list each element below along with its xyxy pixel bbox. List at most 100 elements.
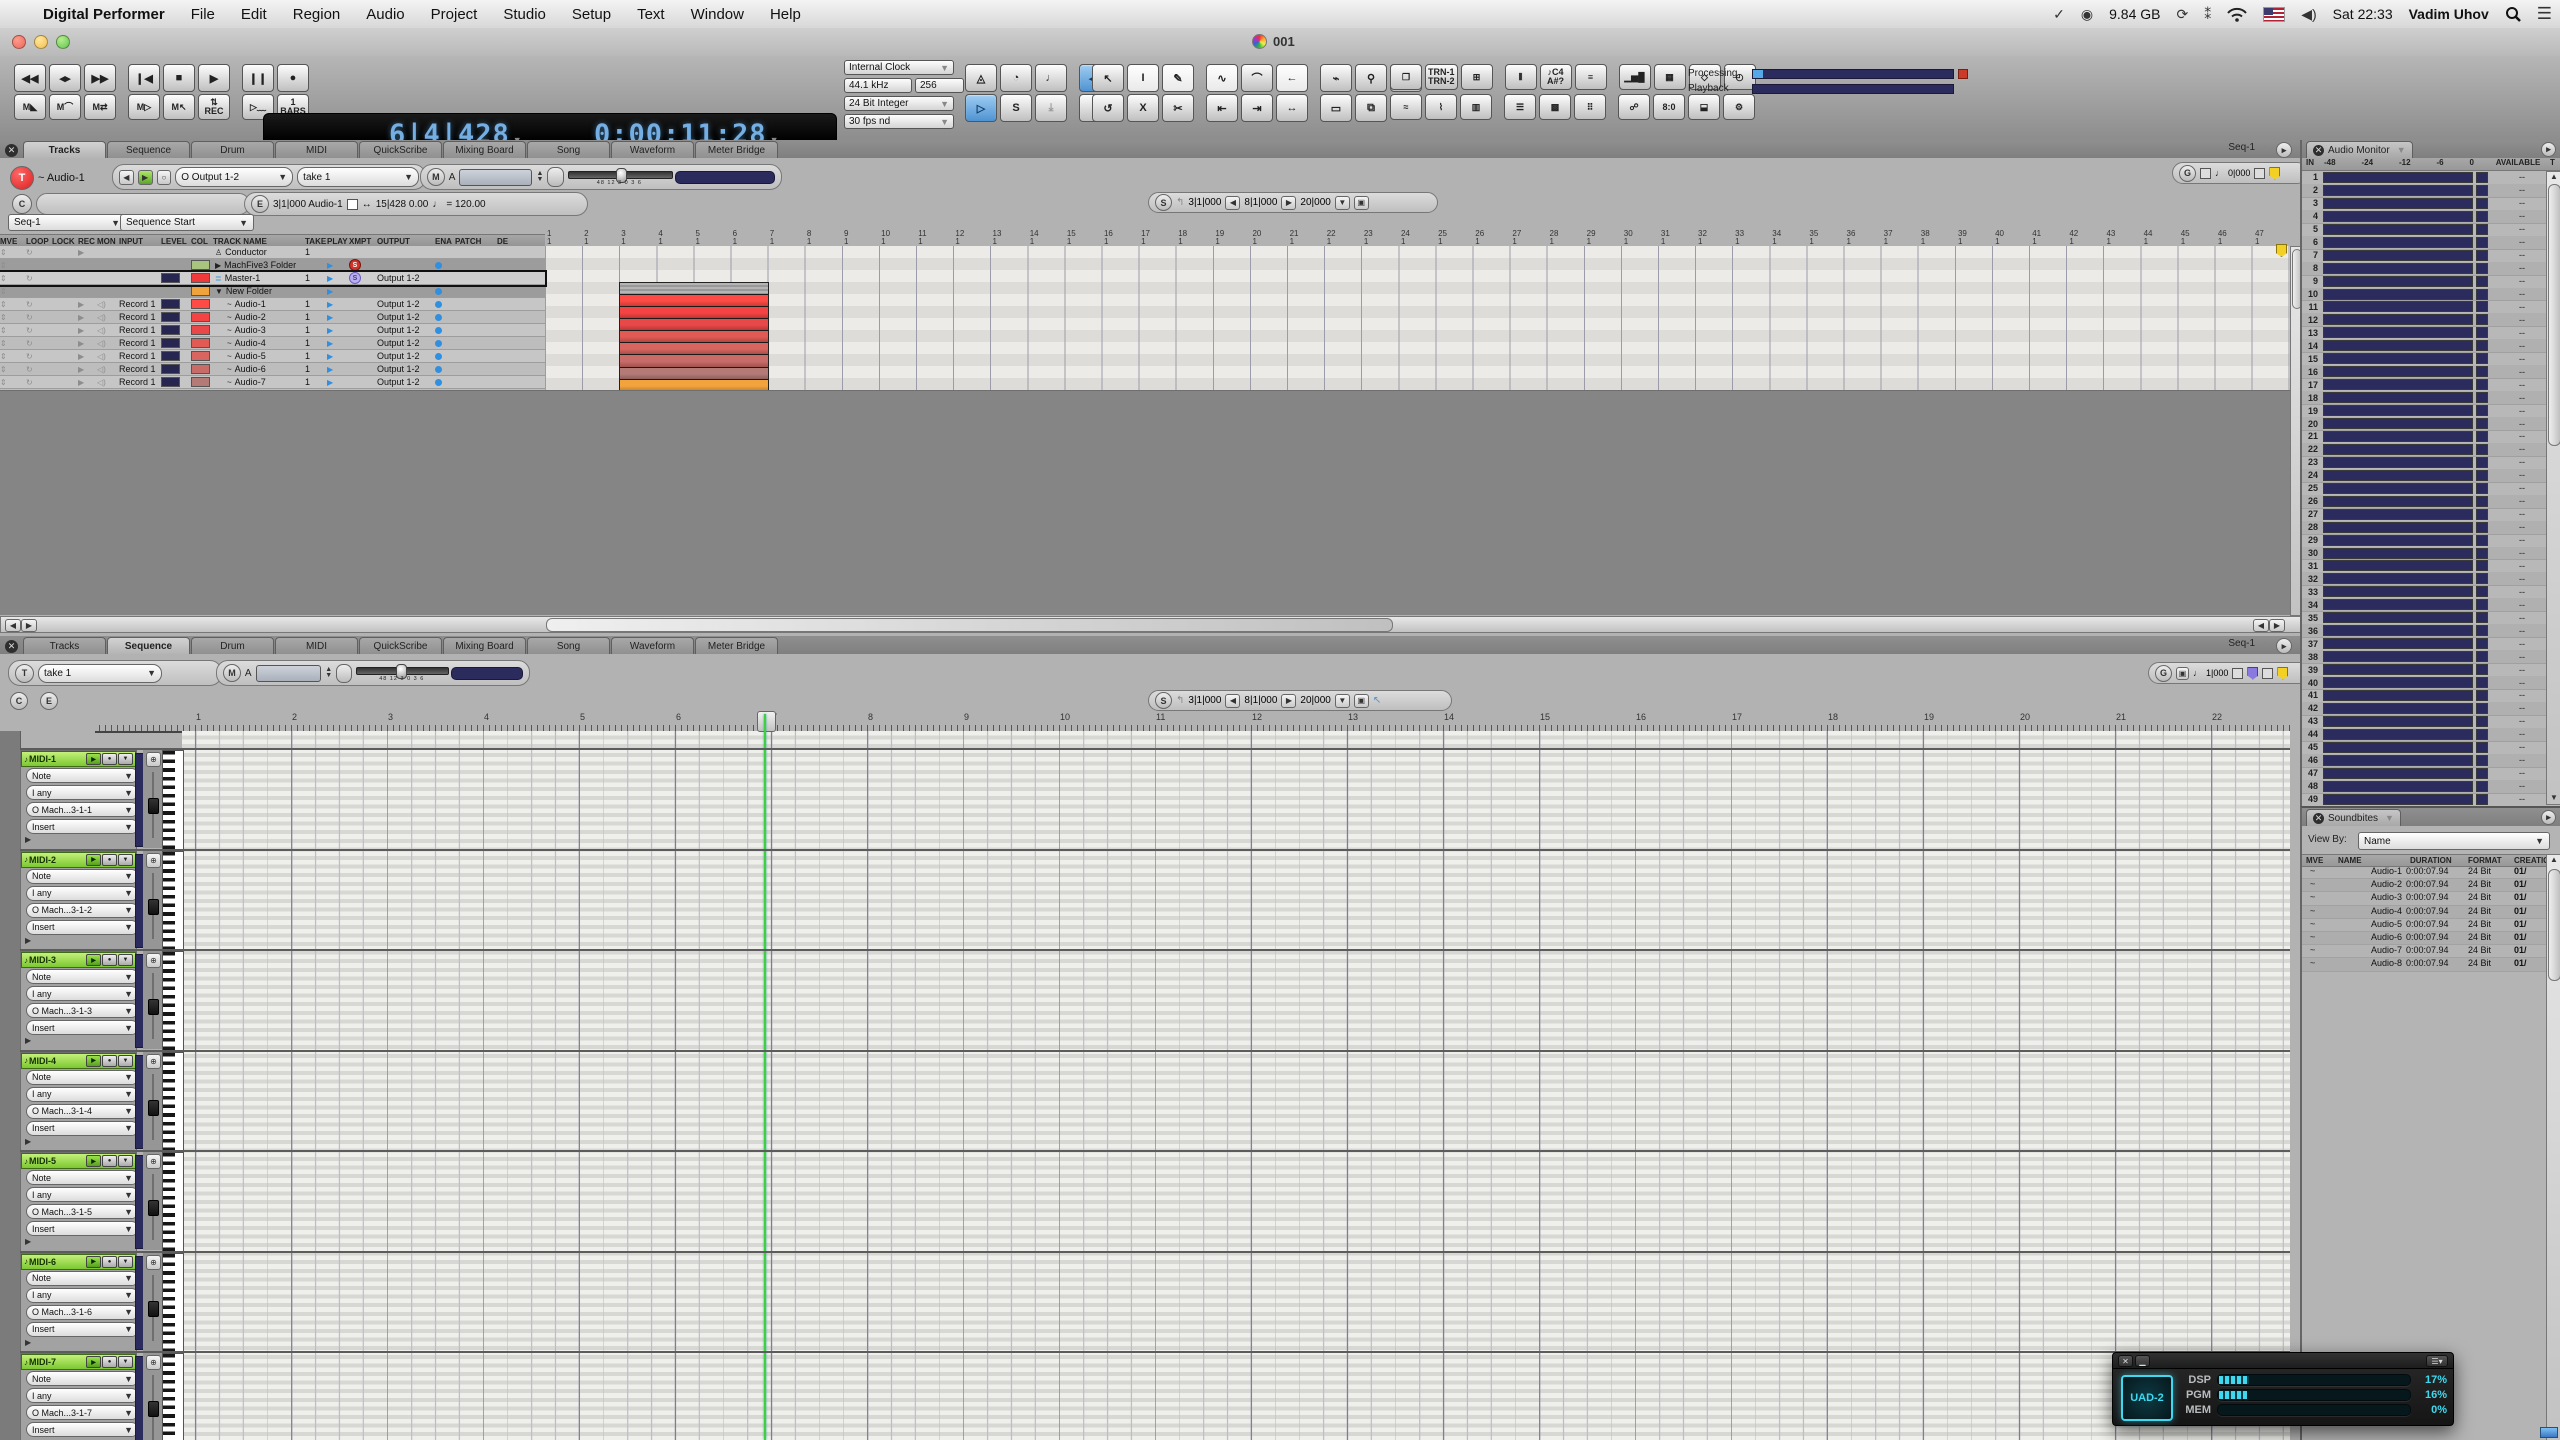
waveform-window-button[interactable]: ≈ bbox=[1390, 94, 1422, 120]
marker-flag-purple-icon[interactable] bbox=[2247, 667, 2258, 680]
track-color-swatch[interactable] bbox=[191, 299, 210, 309]
rewind-button[interactable]: ◀◀ bbox=[14, 64, 46, 92]
trim-right-tool-button[interactable]: ⇥ bbox=[1241, 94, 1273, 122]
io-window-button[interactable]: 8:0 bbox=[1653, 94, 1685, 120]
take-cell[interactable]: 1 bbox=[305, 363, 327, 375]
enable-dot[interactable] bbox=[435, 262, 442, 269]
name-cell[interactable]: ▶MachFive3 Folder bbox=[213, 259, 305, 271]
move-icon[interactable]: ⇕ bbox=[0, 261, 7, 270]
output-cell[interactable]: Output 1-2 bbox=[377, 337, 435, 349]
brush-tool-button[interactable]: ⌁ bbox=[1320, 64, 1352, 92]
play-enable-icon[interactable]: ▶ bbox=[86, 954, 101, 966]
automation-field[interactable] bbox=[459, 169, 532, 186]
menu-edit[interactable]: Edit bbox=[228, 6, 280, 23]
tab-mixing-board[interactable]: Mixing Board bbox=[443, 141, 526, 158]
name-cell[interactable]: ~Audio-2 bbox=[213, 311, 305, 323]
input-cell[interactable]: Record 1 bbox=[119, 376, 161, 388]
punch-record-button[interactable]: ⇅ REC bbox=[198, 94, 230, 120]
selection-end[interactable]: 8|1|000 bbox=[1244, 695, 1277, 706]
zoom-icon[interactable]: ⊕ bbox=[146, 1154, 161, 1169]
track-name[interactable]: Audio-1 bbox=[235, 299, 266, 309]
output-cell[interactable]: Output 1-2 bbox=[377, 272, 435, 284]
tab-meter-bridge[interactable]: Meter Bridge bbox=[695, 637, 778, 654]
midi-input-select[interactable]: I any▼ bbox=[26, 1288, 137, 1303]
midi-input-select[interactable]: I any▼ bbox=[26, 1388, 137, 1403]
zoom-icon[interactable]: ⊕ bbox=[146, 752, 161, 767]
track-name[interactable]: Audio-2 bbox=[235, 312, 266, 322]
selection-start[interactable]: 3|1|000 bbox=[1188, 695, 1221, 706]
piano-keys[interactable] bbox=[162, 1253, 184, 1353]
output-cell[interactable]: Output 1-2 bbox=[377, 311, 435, 323]
spotlight-search-icon[interactable] bbox=[2505, 6, 2521, 22]
view-by-select[interactable]: Name▼ bbox=[2358, 832, 2550, 850]
event-position[interactable]: 3|1|000 Audio-1 bbox=[273, 199, 343, 210]
soundbite-name[interactable]: Audio-5 bbox=[2338, 919, 2402, 929]
piano-keys[interactable] bbox=[162, 1353, 184, 1440]
midi-track-header[interactable]: ♪MIDI-3▶●▼ bbox=[21, 952, 136, 968]
record-enable-icon[interactable]: ▶ bbox=[78, 352, 84, 361]
midi-mode-select[interactable]: Note▼ bbox=[26, 1070, 137, 1085]
play-enable-icon[interactable]: ▶ bbox=[86, 854, 101, 866]
curve-tool-button[interactable]: ⌒ bbox=[1241, 64, 1273, 92]
playhead-line[interactable] bbox=[764, 714, 766, 1440]
soundbite-name[interactable]: Audio-1 bbox=[2338, 866, 2402, 876]
marker-checkbox[interactable] bbox=[2262, 668, 2273, 679]
midi-input-select[interactable]: I any▼ bbox=[26, 785, 137, 800]
xmpt-icon[interactable]: S bbox=[349, 259, 361, 271]
close-icon[interactable]: ✕ bbox=[5, 640, 18, 653]
record-enable-icon[interactable]: ▶ bbox=[78, 300, 84, 309]
record-enable-icon[interactable]: ▶ bbox=[78, 365, 84, 374]
move-icon[interactable]: ⇕ bbox=[0, 300, 7, 309]
monitor-icon[interactable]: ◁) bbox=[97, 352, 106, 361]
menu-file[interactable]: File bbox=[178, 6, 228, 23]
stop-button[interactable]: ■ bbox=[163, 64, 195, 92]
midi-track-name[interactable]: MIDI-3 bbox=[29, 955, 85, 965]
bit-depth-select[interactable]: 24 Bit Integer▼ bbox=[844, 96, 954, 111]
play-enable-icon[interactable]: ▶ bbox=[327, 326, 333, 335]
soundbites-scrollbar[interactable]: ▲ bbox=[2546, 854, 2560, 1440]
uad-device-button[interactable]: UAD-2 bbox=[2121, 1375, 2173, 1421]
midi-mode-select[interactable]: Note▼ bbox=[26, 1271, 137, 1286]
notification-center-icon[interactable]: ☰ bbox=[2537, 4, 2552, 24]
menu-setup[interactable]: Setup bbox=[559, 6, 624, 23]
auto-play-button[interactable]: ▷ bbox=[965, 94, 997, 122]
expand-icon[interactable]: ▶ bbox=[25, 1237, 31, 1246]
zoom-icon[interactable]: ⊕ bbox=[146, 1355, 161, 1370]
expand-icon[interactable]: ▶ bbox=[25, 1137, 31, 1146]
zoom-slider-thumb[interactable] bbox=[148, 1301, 159, 1317]
soundbite-row[interactable]: ~Audio-30:00:07.9424 Bit01/ bbox=[2302, 892, 2546, 905]
move-icon[interactable]: ⇕ bbox=[0, 378, 7, 387]
midi-output-select[interactable]: O Mach...3-1-6▼ bbox=[26, 1305, 137, 1320]
midi-mode-select[interactable]: Note▼ bbox=[26, 969, 137, 984]
menu-audio[interactable]: Audio bbox=[353, 6, 417, 23]
track-row[interactable]: ⇕↻≣Master-11▶SOutput 1-2 bbox=[0, 272, 545, 285]
track-color-swatch[interactable] bbox=[191, 377, 210, 387]
expand-icon[interactable]: ▶ bbox=[25, 936, 31, 945]
record-icon[interactable]: ● bbox=[102, 1256, 117, 1268]
sequence-window-button[interactable]: ≡ bbox=[1575, 64, 1607, 90]
marker-select[interactable]: Sequence Start▼ bbox=[120, 214, 254, 231]
undo-loop-tool-button[interactable]: ↺ bbox=[1092, 94, 1124, 122]
enable-dot[interactable] bbox=[435, 340, 442, 347]
tab-tracks[interactable]: Tracks bbox=[23, 637, 106, 654]
delete-tool-button[interactable]: X bbox=[1127, 94, 1159, 122]
play-enable-icon[interactable]: ▶ bbox=[327, 287, 333, 296]
take-cell[interactable]: 1 bbox=[305, 350, 327, 362]
midi-track-name[interactable]: MIDI-4 bbox=[29, 1056, 85, 1066]
step-back-forward-button[interactable]: ◂▸ bbox=[49, 64, 81, 92]
audio-clip[interactable] bbox=[619, 282, 769, 392]
prev-take-icon[interactable]: ◀ bbox=[119, 170, 134, 185]
move-icon[interactable]: ⇕ bbox=[0, 339, 7, 348]
sequence-ruler[interactable]: 12345678910111213141516171819202122 bbox=[95, 712, 2290, 733]
marker-checkbox[interactable] bbox=[2232, 668, 2243, 679]
name-cell[interactable]: ▼New Folder bbox=[213, 285, 305, 297]
record-icon[interactable]: ● bbox=[102, 854, 117, 866]
input-cell[interactable]: Record 1 bbox=[119, 324, 161, 336]
selection-left-icon[interactable]: ◀ bbox=[1225, 694, 1240, 708]
tab-sequence[interactable]: Sequence bbox=[107, 637, 190, 654]
zoom-slider-thumb[interactable] bbox=[148, 1200, 159, 1216]
record-enable-icon[interactable]: ▶ bbox=[78, 378, 84, 387]
midi-output-select[interactable]: O Mach...3-1-2▼ bbox=[26, 903, 137, 918]
transport-window-button[interactable]: TRN-1 TRN-2 bbox=[1425, 64, 1458, 90]
chevron-down-icon[interactable]: ▼ bbox=[118, 1356, 133, 1368]
